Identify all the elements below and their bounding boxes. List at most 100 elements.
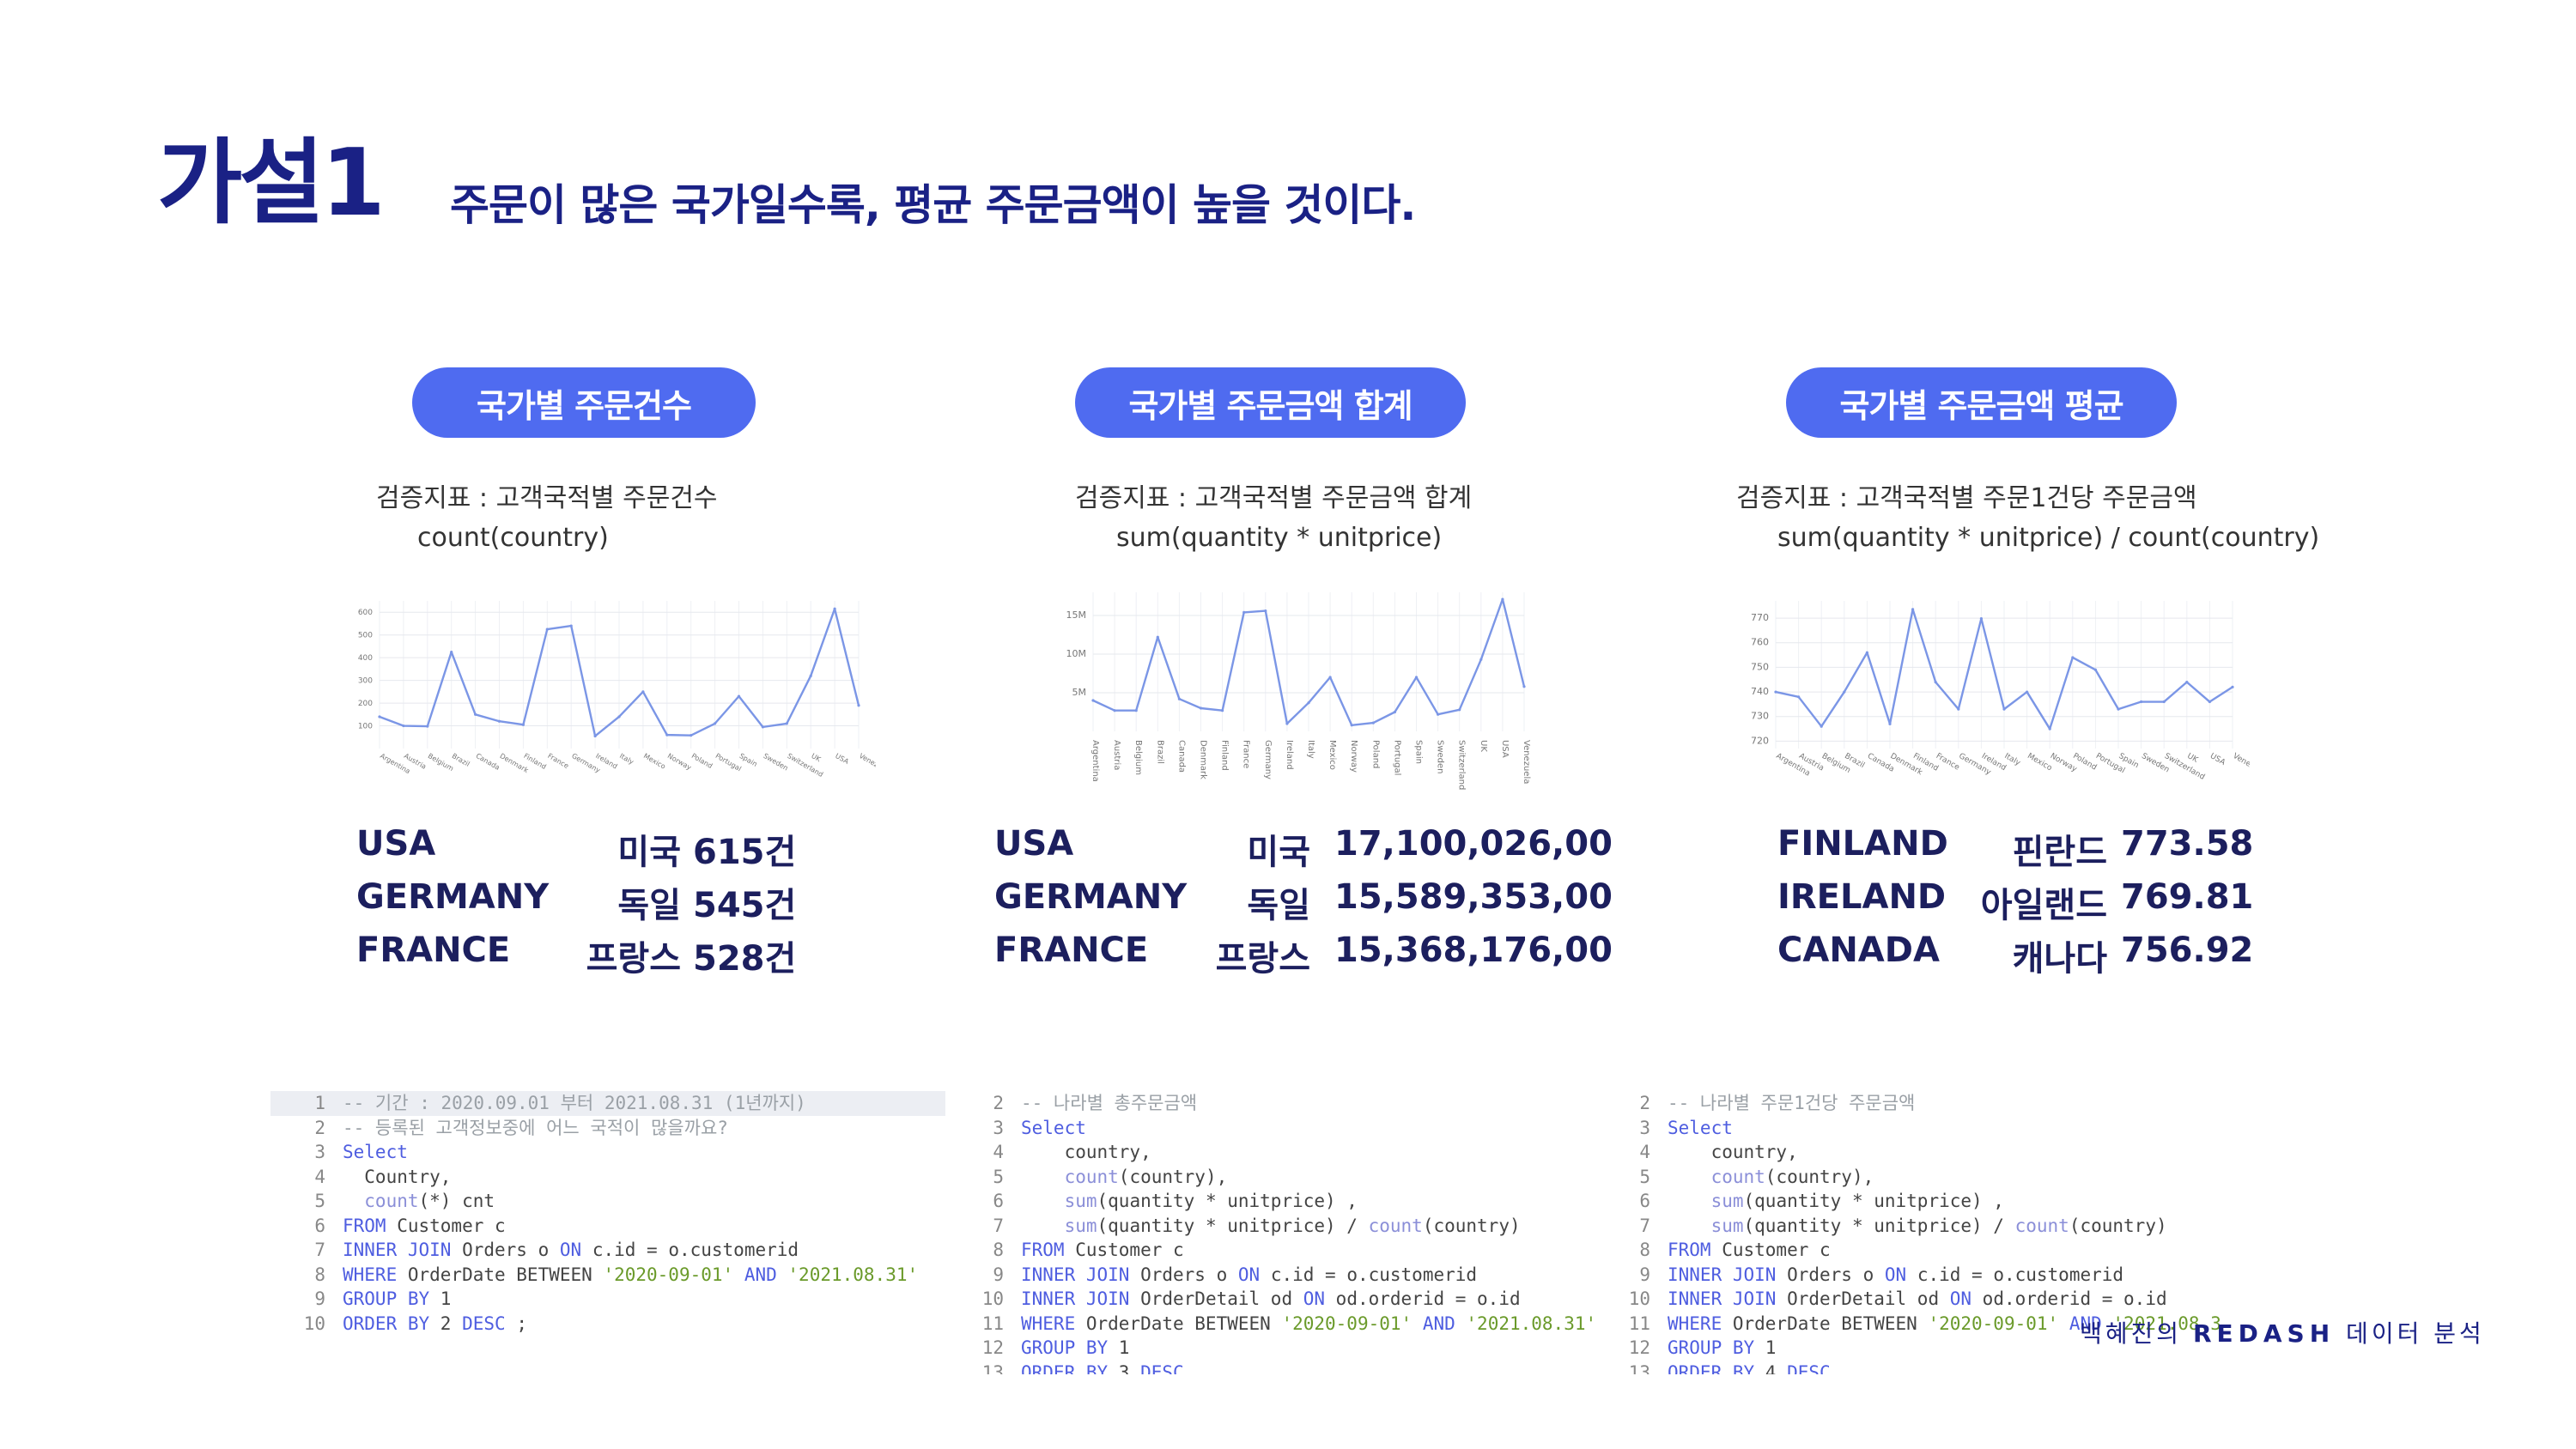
code-line[interactable]: 3 Select [1595, 1116, 2222, 1141]
code-line[interactable]: 9 INNER JOIN Orders o ON c.id = o.custome… [1595, 1263, 2222, 1288]
code-text: ORDER BY 3 DESC [1021, 1361, 1184, 1375]
code-text: GROUP BY 1 [1021, 1336, 1129, 1361]
data-point [857, 704, 860, 707]
code-line[interactable]: 9 GROUP BY 1 [270, 1287, 945, 1312]
data-point [1865, 651, 1868, 654]
line-number: 5 [993, 1166, 1004, 1187]
top3-row: FRANCE 프랑스 528건 [356, 931, 803, 984]
code-line[interactable]: 7 sum(quantity * unitprice) / count(coun… [949, 1214, 1595, 1239]
code-token: ORDER BY [1668, 1361, 1755, 1375]
code-line[interactable]: 5 count(country), [949, 1165, 1595, 1190]
code-line[interactable]: 4 country, [949, 1140, 1595, 1165]
code-text: INNER JOIN OrderDetail od ON od.orderid … [1668, 1287, 2167, 1312]
x-tick-label: Venezuela [858, 752, 876, 776]
code-line[interactable]: 5 count(country), [1595, 1165, 2222, 1190]
code-line[interactable]: 8 FROM Customer c [1595, 1238, 2222, 1263]
code-line[interactable]: 2 -- 나라별 총주문금액 [949, 1091, 1595, 1116]
code-line[interactable]: 8 WHERE OrderDate BETWEEN '2020-09-01' AN… [270, 1263, 945, 1288]
data-point [1242, 610, 1246, 614]
code-line[interactable]: 4 country, [1595, 1140, 2222, 1165]
code-line[interactable]: 4 Country, [270, 1165, 945, 1190]
code-token: FROM [1021, 1240, 1065, 1260]
code-line[interactable]: 6 sum(quantity * unitprice) , [1595, 1189, 2222, 1214]
line-number: 7 [993, 1215, 1004, 1236]
data-point [833, 607, 836, 610]
country-en: CANADA [1777, 931, 1940, 970]
line-number: 9 [314, 1288, 325, 1309]
data-point [1797, 695, 1801, 699]
code-text: ORDER BY 2 DESC ; [343, 1312, 527, 1337]
y-tick-label: 500 [358, 632, 373, 640]
line-number: 2 [314, 1117, 325, 1138]
code-line[interactable]: 6 FROM Customer c [270, 1214, 945, 1239]
sql-editor-order-sum[interactable]: 2 -- 나라별 총주문금액 3 Select 4 country, 5 count(co… [949, 1091, 1595, 1374]
metric-formula: sum(quantity * unitprice) [1116, 523, 1443, 553]
line-number: 8 [1639, 1240, 1650, 1260]
data-point [1888, 722, 1892, 725]
x-tick-label: UK [810, 752, 823, 764]
data-point [1979, 617, 1983, 621]
y-tick-label: 5M [1072, 687, 1087, 698]
code-text: Country, [343, 1165, 451, 1190]
code-text: -- 나라별 주문1건당 주문금액 [1668, 1091, 1915, 1116]
code-text: Select [1021, 1116, 1086, 1141]
top3-row: FINLAND 핀란드 773.58 [1777, 824, 2258, 877]
line-number: 6 [1639, 1191, 1650, 1211]
sql-editor-order-count[interactable]: 1 -- 기간 : 2020.09.01 부터 2021.08.31 (1년까지)… [270, 1091, 945, 1374]
x-tick-label: Mexico [1327, 740, 1337, 770]
code-line[interactable]: 10 ORDER BY 2 DESC ; [270, 1312, 945, 1337]
code-line[interactable]: 2 -- 등록된 고객정보중에 어느 국적이 많을까요? [270, 1116, 945, 1141]
code-line[interactable]: 1 -- 기간 : 2020.09.01 부터 2021.08.31 (1년까지) [270, 1091, 945, 1116]
code-line[interactable]: 2 -- 나라별 주문1건당 주문금액 [1595, 1091, 2222, 1116]
country-en: FRANCE [356, 931, 511, 970]
x-tick-label: USA [1500, 740, 1510, 758]
line-number: 12 [981, 1337, 1004, 1358]
line-number: 4 [993, 1142, 1004, 1162]
code-token: INNER JOIN [1021, 1264, 1130, 1285]
code-line[interactable]: 3 Select [270, 1140, 945, 1165]
top3-order-sum: USA 미국 17,100,026,00 GERMANY 독일 15,589,3… [994, 824, 1613, 984]
code-line[interactable]: 7 INNER JOIN Orders o ON c.id = o.custome… [270, 1238, 945, 1263]
metric-formula: sum(quantity * unitprice) / count(countr… [1777, 523, 2320, 553]
country-value: 756.92 [2121, 931, 2254, 970]
data-point [426, 724, 429, 728]
code-line[interactable]: 8 FROM Customer c [949, 1238, 1595, 1263]
code-line[interactable]: 12 GROUP BY 1 [949, 1336, 1595, 1361]
x-tick-label: USA [834, 752, 850, 766]
code-line[interactable]: 5 count(*) cnt [270, 1189, 945, 1214]
code-token: od.orderid = o.id [1971, 1288, 2167, 1309]
code-token: WHERE [1021, 1313, 1076, 1334]
code-line[interactable]: 6 sum(quantity * unitprice) , [949, 1189, 1595, 1214]
code-text: -- 기간 : 2020.09.01 부터 2021.08.31 (1년까지) [343, 1091, 806, 1116]
y-tick-label: 720 [1751, 735, 1769, 746]
code-token: Orders o [451, 1240, 560, 1260]
x-tick-label: Germany [1263, 740, 1273, 779]
code-line[interactable]: 11 WHERE OrderDate BETWEEN '2020-09-01' A… [949, 1312, 1595, 1337]
code-line[interactable]: 7 sum(quantity * unitprice) / count(coun… [1595, 1214, 2222, 1239]
data-point [690, 734, 693, 737]
line-number: 9 [1639, 1264, 1650, 1285]
code-line[interactable]: 3 Select [949, 1116, 1595, 1141]
code-line[interactable]: 9 INNER JOIN Orders o ON c.id = o.custome… [949, 1263, 1595, 1288]
data-point [1774, 690, 1777, 694]
code-text: sum(quantity * unitprice) / count(countr… [1021, 1214, 1521, 1239]
data-point [2093, 668, 2097, 671]
code-text: country, [1021, 1140, 1151, 1165]
code-text: count(country), [1668, 1165, 1874, 1190]
x-tick-label: Austria [1112, 740, 1121, 770]
code-token: country, [1021, 1142, 1151, 1162]
code-line[interactable]: 10 INNER JOIN OrderDetail od ON od.orderi… [949, 1287, 1595, 1312]
data-point [737, 694, 741, 698]
data-point [1843, 690, 1846, 694]
code-token: (quantity * unitprice) , [1097, 1191, 1358, 1211]
data-point [1911, 608, 1915, 611]
code-text: ORDER BY 4 DESC [1668, 1361, 1831, 1375]
code-line[interactable]: 13 ORDER BY 4 DESC [1595, 1361, 2222, 1375]
code-line[interactable]: 13 ORDER BY 3 DESC [949, 1361, 1595, 1375]
code-token: (country) [1422, 1215, 1521, 1236]
code-line[interactable]: 10 INNER JOIN OrderDetail od ON od.orderi… [1595, 1287, 2222, 1312]
footer-prefix: 백혜진의 [2080, 1319, 2193, 1348]
country-en: IRELAND [1777, 877, 1947, 917]
